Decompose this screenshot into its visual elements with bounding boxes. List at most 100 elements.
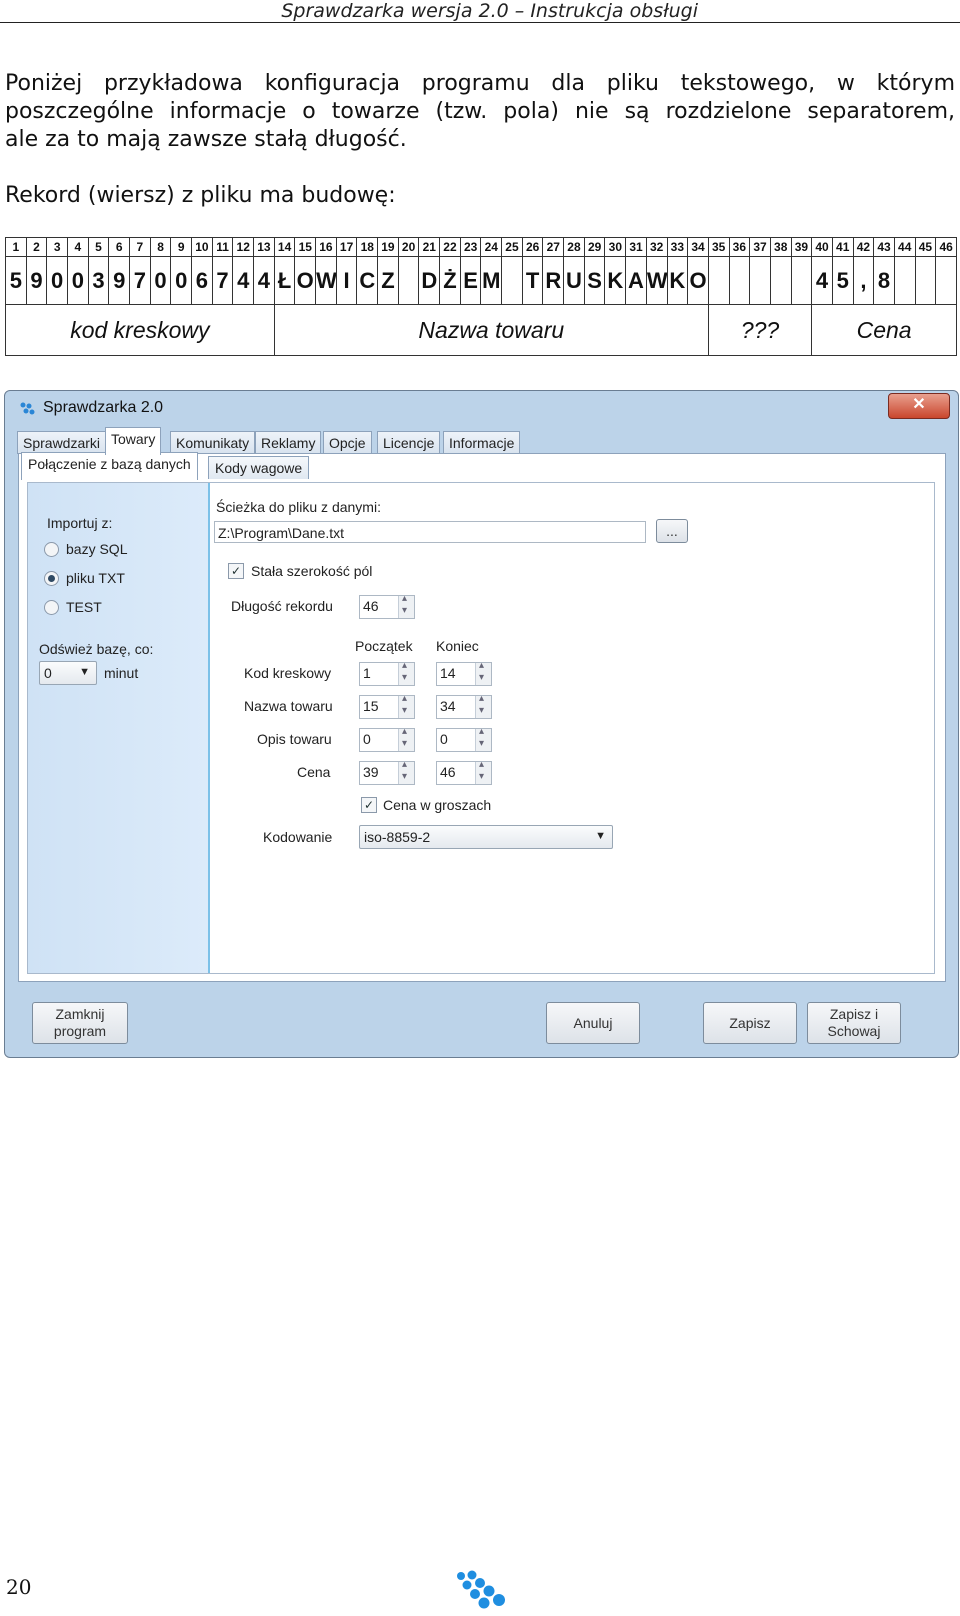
char-cell: 9 [25, 256, 48, 305]
radio-test[interactable] [44, 600, 59, 615]
close-window-button[interactable]: ✕ [888, 393, 950, 419]
char-cell [893, 256, 916, 305]
char-cell: 0 [46, 256, 69, 305]
position-cell: 44 [893, 237, 916, 257]
tab-opcje[interactable]: Opcje [323, 431, 372, 454]
refresh-select[interactable]: 0 ▼ [39, 661, 97, 685]
price-end-stepper[interactable]: 46 [436, 759, 492, 785]
spinner-arrows-icon[interactable] [475, 693, 491, 718]
description-end-stepper[interactable]: 0 [436, 726, 492, 752]
browse-button[interactable]: ... [656, 519, 688, 543]
tab-licencje[interactable]: Licencje [377, 431, 441, 454]
position-cell: 19 [377, 237, 399, 257]
char-cell [501, 256, 523, 305]
subtab-connection[interactable]: Połączenie z bazą danych [21, 452, 198, 480]
tab-informacje[interactable]: Informacje [443, 431, 521, 454]
field-label-row: kod kreskowy Nazwa towaru??? Cena [5, 304, 957, 356]
price-start-stepper[interactable]: 39 [359, 759, 415, 785]
field-label-cell: Cena [811, 304, 957, 356]
position-cell: 36 [728, 237, 751, 257]
save-and-hide-button[interactable]: Zapisz i Schowaj [807, 1002, 901, 1044]
import-label: Importuj z: [47, 515, 113, 531]
position-cell: 46 [935, 237, 957, 257]
position-cell: 42 [852, 237, 875, 257]
spinner-arrows-icon[interactable] [475, 660, 491, 685]
char-cell: M [480, 256, 503, 305]
page-header: Sprawdzarka wersja 2.0 – Instrukcja obsł… [0, 0, 960, 23]
app-icon [20, 402, 35, 415]
position-cell: 15 [294, 237, 317, 257]
position-cell: 1 [5, 237, 27, 257]
start-column-header: Początek [355, 638, 413, 654]
tab-towary[interactable]: Towary [105, 427, 162, 455]
spinner-arrows-icon[interactable] [398, 726, 414, 751]
page-number: 20 [6, 1575, 32, 1599]
char-cell: K [666, 256, 689, 305]
position-cell: 27 [542, 237, 565, 257]
encoding-select[interactable]: iso-8859-2 ▼ [359, 825, 613, 849]
tab-reklamy[interactable]: Reklamy [255, 431, 322, 454]
barcode-start-stepper[interactable]: 1 [359, 660, 415, 686]
spinner-arrows-icon[interactable] [475, 726, 491, 751]
char-cell [707, 256, 730, 305]
refresh-value: 0 [44, 665, 52, 681]
fixed-width-label: Stała szerokość pól [251, 563, 373, 579]
record-length-stepper[interactable]: 46 [359, 593, 415, 619]
cancel-button[interactable]: Anuluj [546, 1002, 640, 1044]
position-cell: 17 [335, 237, 358, 257]
spinner-arrows-icon[interactable] [398, 660, 414, 685]
price-end-value: 46 [440, 764, 456, 780]
position-cell: 43 [873, 237, 895, 257]
char-cell: C [356, 256, 379, 305]
char-cell: R [542, 256, 565, 305]
path-label: Ścieżka do pliku z danymi: [216, 499, 381, 515]
char-cell: 9 [108, 256, 131, 305]
position-cell: 38 [769, 237, 792, 257]
close-program-button[interactable]: Zamknij program [32, 1002, 128, 1044]
description-start-stepper[interactable]: 0 [359, 726, 415, 752]
char-cell: T [521, 256, 544, 305]
char-cell: 0 [67, 256, 89, 305]
name-end-value: 34 [440, 698, 456, 714]
grosz-checkbox[interactable]: ✓ [361, 797, 377, 813]
radio-txt[interactable] [44, 571, 59, 586]
char-cell: U [563, 256, 585, 305]
radio-sql[interactable] [44, 542, 59, 557]
import-sidebar: Importuj z: bazy SQL pliku TXT TEST Odśw… [28, 483, 210, 973]
spinner-arrows-icon[interactable] [475, 759, 491, 784]
save-button[interactable]: Zapisz [703, 1002, 797, 1044]
position-cell: 16 [315, 237, 337, 257]
char-cell: Ł [273, 256, 296, 305]
name-start-stepper[interactable]: 15 [359, 693, 415, 719]
char-cell: W [315, 256, 337, 305]
tab-sprawdzarki[interactable]: Sprawdzarki [17, 431, 107, 454]
char-cell: 7 [211, 256, 234, 305]
tab-komunikaty[interactable]: Komunikaty [170, 431, 256, 454]
barcode-end-stepper[interactable]: 14 [436, 660, 492, 686]
record-heading: Rekord (wiersz) z pliku ma budowę: [5, 183, 396, 208]
end-column-header: Koniec [436, 638, 479, 654]
fixed-width-checkbox[interactable]: ✓ [228, 563, 244, 579]
spinner-arrows-icon[interactable] [398, 593, 414, 618]
field-label-description: Opis towaru [257, 731, 332, 747]
char-cell: 7 [129, 256, 151, 305]
spinner-arrows-icon[interactable] [398, 693, 414, 718]
field-label-barcode: Kod kreskowy [244, 665, 332, 681]
app-window: Sprawdzarka 2.0 ✕ Sprawdzarki Towary Kom… [4, 390, 959, 1058]
spinner-arrows-icon[interactable] [398, 759, 414, 784]
refresh-unit: minut [104, 665, 139, 681]
connection-panel: Importuj z: bazy SQL pliku TXT TEST Odśw… [27, 482, 935, 974]
char-cell: A [625, 256, 647, 305]
field-label-name: Nazwa towaru [244, 698, 333, 714]
subtab-weight-codes[interactable]: Kody wagowe [208, 456, 310, 479]
name-end-stepper[interactable]: 34 [436, 693, 492, 719]
encoding-value: iso-8859-2 [364, 829, 431, 845]
char-cell [935, 256, 957, 305]
radio-txt-label: pliku TXT [66, 570, 125, 586]
char-cell: 5 [5, 256, 27, 305]
path-input[interactable]: Z:\Program\Dane.txt [214, 521, 646, 543]
char-cell: 3 [87, 256, 110, 305]
intro-line-3: ale za to mają zawsze stałą długość. [5, 127, 407, 152]
char-cell [790, 256, 813, 305]
position-cell: 9 [170, 237, 193, 257]
